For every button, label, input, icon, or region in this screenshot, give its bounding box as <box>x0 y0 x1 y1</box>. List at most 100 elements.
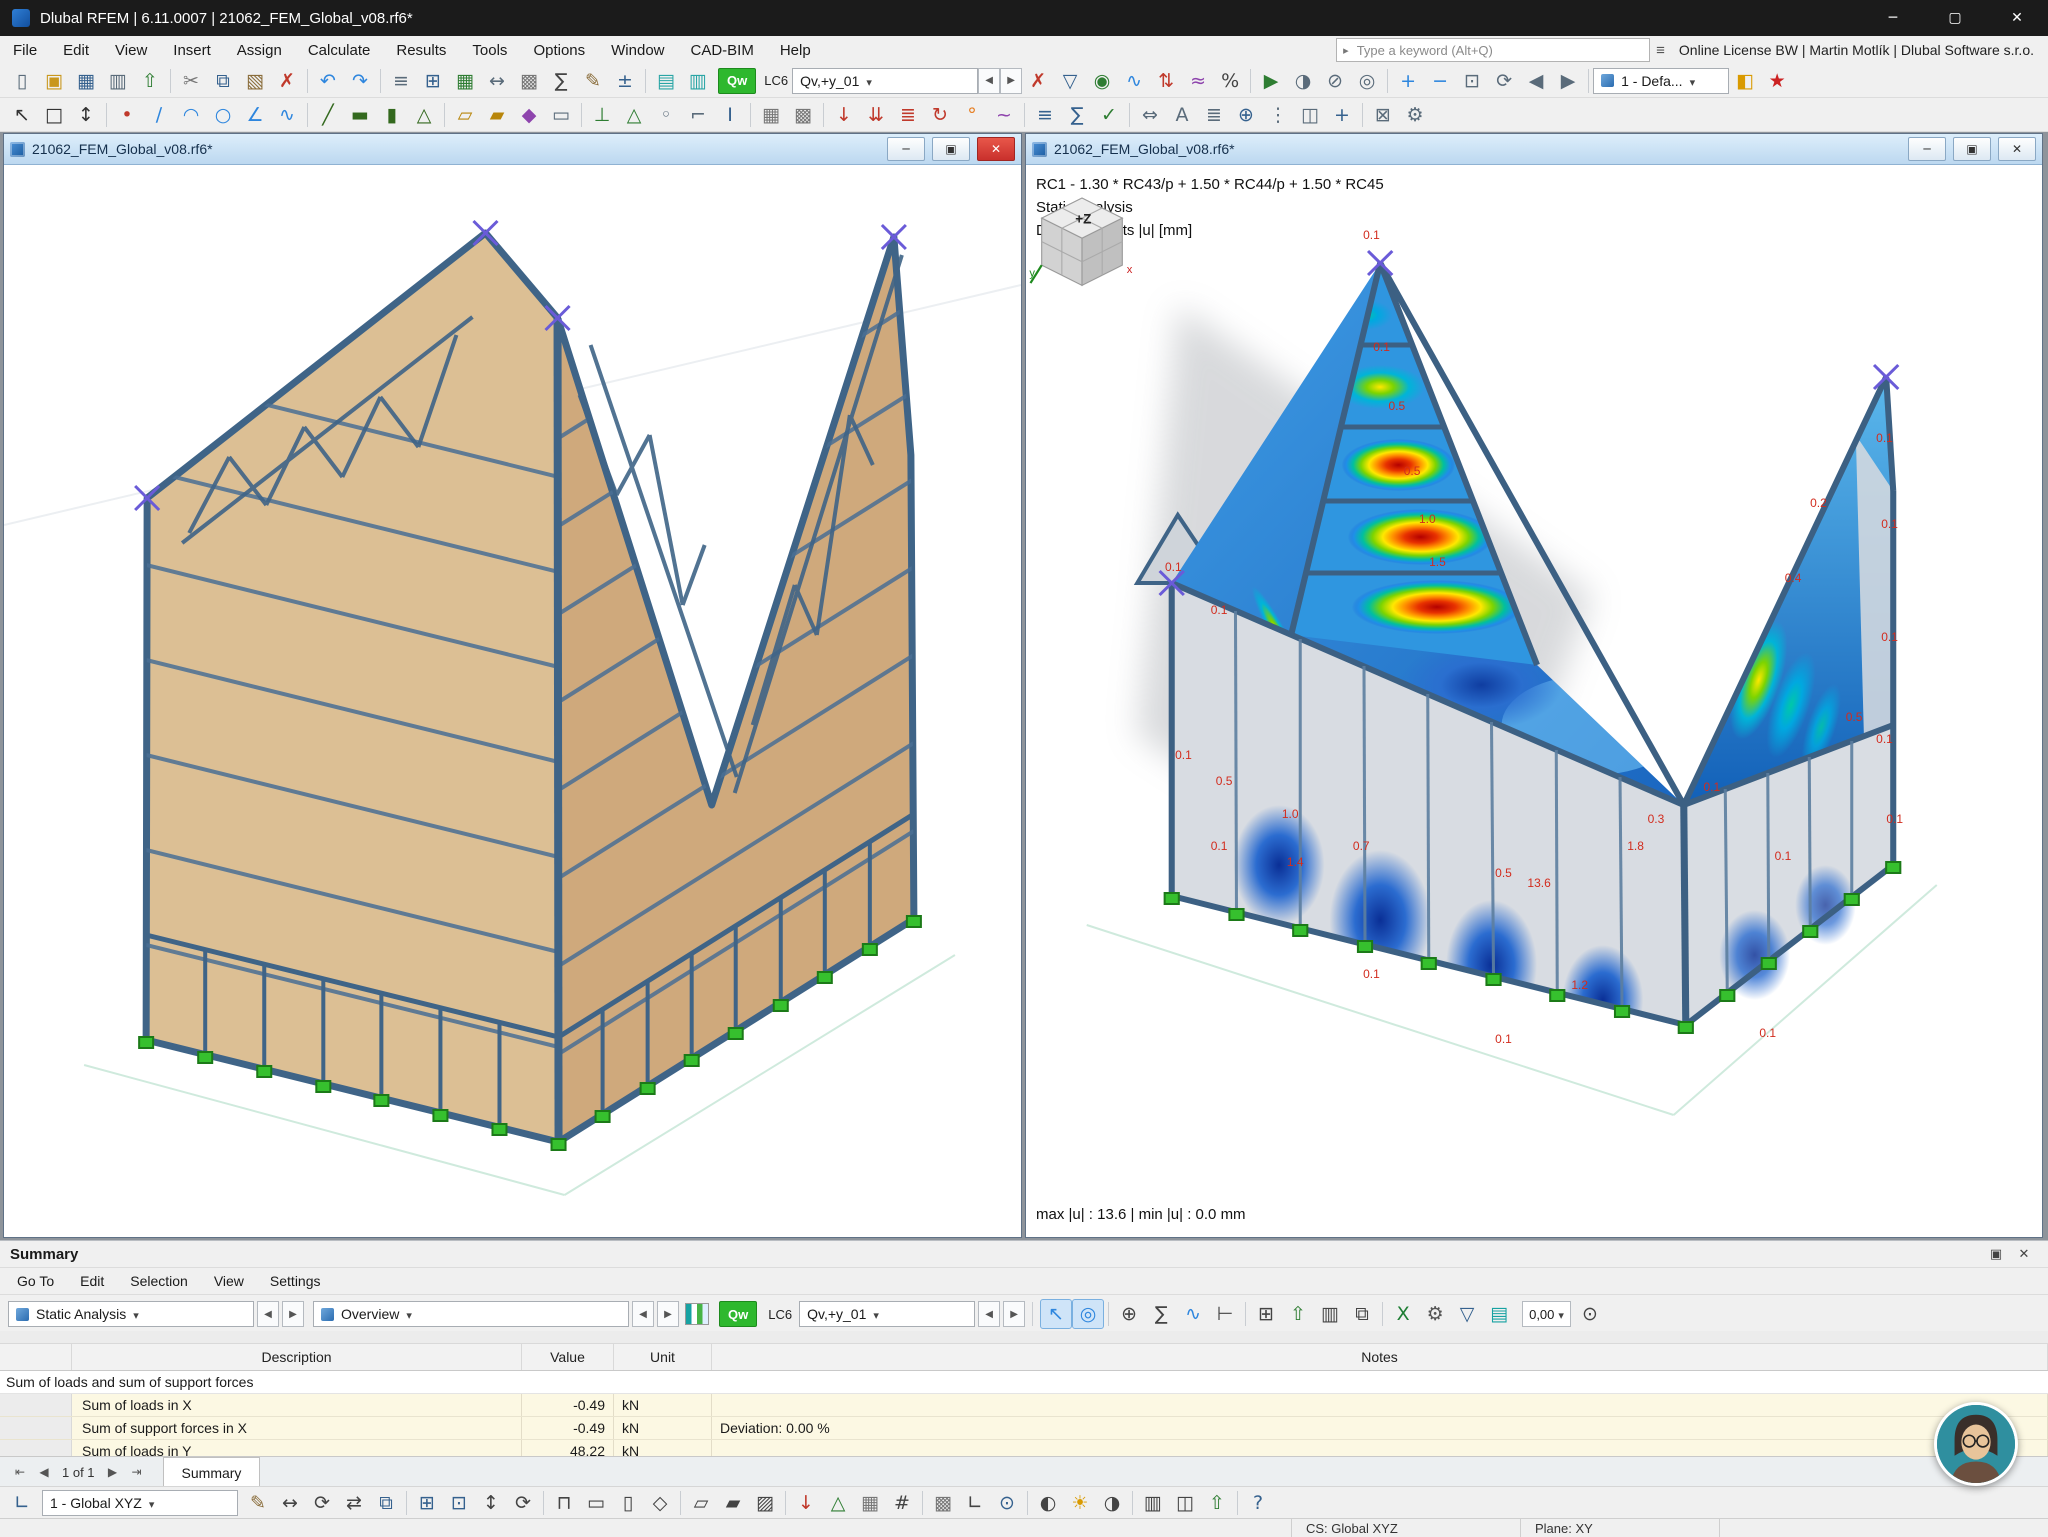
extreme-values-icon[interactable]: ∑ <box>1145 1299 1177 1329</box>
summary-menu-selection[interactable]: Selection <box>117 1268 201 1294</box>
edit-cs-icon[interactable]: ✎ <box>242 1488 274 1518</box>
line-load-icon[interactable]: ⇊ <box>860 100 892 130</box>
surface-icon[interactable]: ▱ <box>449 100 481 130</box>
internal-forces-icon[interactable]: ⇅ <box>1150 66 1182 96</box>
visibility-icon[interactable]: ◎ <box>1351 66 1383 96</box>
next-loadcase-button[interactable] <box>1000 68 1022 94</box>
pick-table-icon[interactable]: ◎ <box>1072 1299 1104 1329</box>
previous-table-button[interactable] <box>632 1301 654 1327</box>
decimal-places-display[interactable]: 0,00 <box>1522 1301 1571 1327</box>
show-results-icon[interactable]: ◉ <box>1086 66 1118 96</box>
rotate-icon[interactable]: ⟳ <box>306 1488 338 1518</box>
moment-load-icon[interactable]: ↻ <box>924 100 956 130</box>
line-icon[interactable]: ∕ <box>143 100 175 130</box>
spreadsheet-icon[interactable]: ▦ <box>449 66 481 96</box>
coordinate-system-icon[interactable]: ∟ <box>6 1488 38 1518</box>
summary-menu-edit[interactable]: Edit <box>67 1268 117 1294</box>
child-restore-button[interactable]: ▣ <box>932 137 970 161</box>
mirror-icon[interactable]: ⇄ <box>338 1488 370 1518</box>
user-avatar[interactable] <box>1934 1402 2018 1486</box>
wireframe-icon[interactable]: ▱ <box>685 1488 717 1518</box>
result-values-icon[interactable]: % <box>1214 66 1246 96</box>
load-wizard-button[interactable]: Qw <box>718 68 756 94</box>
summary-menu-goto[interactable]: Go To <box>4 1268 67 1294</box>
show-mesh-icon[interactable]: ▦ <box>854 1488 886 1518</box>
overview-combo[interactable]: Overview <box>313 1301 629 1327</box>
move-icon[interactable]: ↔ <box>274 1488 306 1518</box>
favorites-icon[interactable]: ★ <box>1761 66 1793 96</box>
child-right-titlebar[interactable]: 21062_FEM_Global_v08.rf6* ─ ▣ ✕ <box>1026 134 2042 165</box>
display-style-combo[interactable]: 1 - Defa... <box>1593 68 1729 94</box>
excel-export-icon[interactable]: X <box>1387 1299 1419 1329</box>
child-minimize-button[interactable]: ─ <box>887 137 925 161</box>
child-minimize-button[interactable]: ─ <box>1908 137 1946 161</box>
menu-view[interactable]: View <box>102 36 160 64</box>
summary-menu-settings[interactable]: Settings <box>257 1268 334 1294</box>
navigation-cube[interactable]: +Z x y <box>1026 189 1138 301</box>
menu-calculate[interactable]: Calculate <box>295 36 384 64</box>
view-isometric-icon[interactable]: ◇ <box>644 1488 676 1518</box>
previous-view-icon[interactable]: ◀ <box>1520 66 1552 96</box>
col-notes[interactable]: Notes <box>712 1344 2048 1370</box>
close-button[interactable]: ✕ <box>1986 0 2048 36</box>
combinations-icon[interactable]: ∑ <box>1061 100 1093 130</box>
menu-cadbim[interactable]: CAD-BIM <box>678 36 767 64</box>
column-icon[interactable]: ▮ <box>376 100 408 130</box>
search-input[interactable] <box>1355 42 1643 59</box>
zoom-out-icon[interactable]: − <box>1424 66 1456 96</box>
copy-icon[interactable]: ⧉ <box>207 66 239 96</box>
child-restore-button[interactable]: ▣ <box>1953 137 1991 161</box>
table-view-icon[interactable]: ⊞ <box>1250 1299 1282 1329</box>
pan-icon[interactable]: ↕ <box>70 100 102 130</box>
menu-results[interactable]: Results <box>383 36 459 64</box>
loads-display-icon[interactable]: ▤ <box>650 66 682 96</box>
member-hinge-icon[interactable]: ◦ <box>650 100 682 130</box>
mesh-icon[interactable]: ▦ <box>755 100 787 130</box>
menu-help[interactable]: Help <box>767 36 824 64</box>
solid-render-icon[interactable]: ▰ <box>717 1488 749 1518</box>
cut-icon[interactable]: ✂ <box>175 66 207 96</box>
design-check-icon[interactable]: ✓ <box>1093 100 1125 130</box>
notes-icon[interactable]: ✎ <box>577 66 609 96</box>
pan-view-icon[interactable]: ↕ <box>475 1488 507 1518</box>
paste-icon[interactable]: ▧ <box>239 66 271 96</box>
result-palette-icon[interactable] <box>685 1303 709 1325</box>
delete-loadcase-icon[interactable]: ✗ <box>1022 66 1054 96</box>
view-front-icon[interactable]: ▭ <box>580 1488 612 1518</box>
load-case-combo[interactable]: Qv,+y_01 <box>792 68 978 94</box>
export-icon[interactable]: ⇧ <box>134 66 166 96</box>
light-icon[interactable]: ☀ <box>1064 1488 1096 1518</box>
table-row[interactable]: Sum of support forces in X-0.49kNDeviati… <box>0 1417 2048 1440</box>
guidelines-icon[interactable]: ⋮ <box>1262 100 1294 130</box>
navigator-icon[interactable]: ≡ <box>385 66 417 96</box>
probe-icon[interactable]: ⊕ <box>1113 1299 1145 1329</box>
summary-panel-header[interactable]: Summary ▣ ✕ <box>0 1241 2048 1268</box>
panel-close-icon[interactable]: ✕ <box>2010 1243 2038 1265</box>
previous-loadcase-button[interactable] <box>978 68 1000 94</box>
deformations-icon[interactable]: ∿ <box>1118 66 1150 96</box>
child-close-button[interactable]: ✕ <box>1998 137 2036 161</box>
export-table-icon[interactable]: ⇧ <box>1282 1299 1314 1329</box>
solid-icon[interactable]: ◆ <box>513 100 545 130</box>
calculate-icon[interactable]: ± <box>609 66 641 96</box>
menu-tools[interactable]: Tools <box>459 36 520 64</box>
next-loadcase-button[interactable] <box>1003 1301 1025 1327</box>
imperfection-icon[interactable]: ~ <box>988 100 1020 130</box>
snap-ortho-icon[interactable]: ∟ <box>959 1488 991 1518</box>
tab-summary[interactable]: Summary <box>163 1457 261 1487</box>
open-file-icon[interactable]: ▣ <box>38 66 70 96</box>
filter-table-icon[interactable]: ▽ <box>1451 1299 1483 1329</box>
select-icon[interactable]: ↖ <box>6 100 38 130</box>
opening-icon[interactable]: ▭ <box>545 100 577 130</box>
screenshot-icon[interactable]: ◫ <box>1169 1488 1201 1518</box>
tables-icon[interactable]: ⊞ <box>417 66 449 96</box>
coordinate-system-combo[interactable]: 1 - Global XYZ <box>42 1490 238 1516</box>
model-viewport-right[interactable]: RC1 - 1.30 * RC43/p + 1.50 * RC44/p + 1.… <box>1026 165 2042 1237</box>
help-icon[interactable]: ? <box>1242 1488 1274 1518</box>
menu-insert[interactable]: Insert <box>160 36 224 64</box>
next-tab-button[interactable]: ▶ <box>101 1460 125 1484</box>
support-fixed-icon[interactable]: ⊥ <box>586 100 618 130</box>
menu-edit[interactable]: Edit <box>50 36 102 64</box>
table-section-row[interactable]: Sum of loads and sum of support forces <box>0 1371 2048 1394</box>
view-top-icon[interactable]: ⊓ <box>548 1488 580 1518</box>
